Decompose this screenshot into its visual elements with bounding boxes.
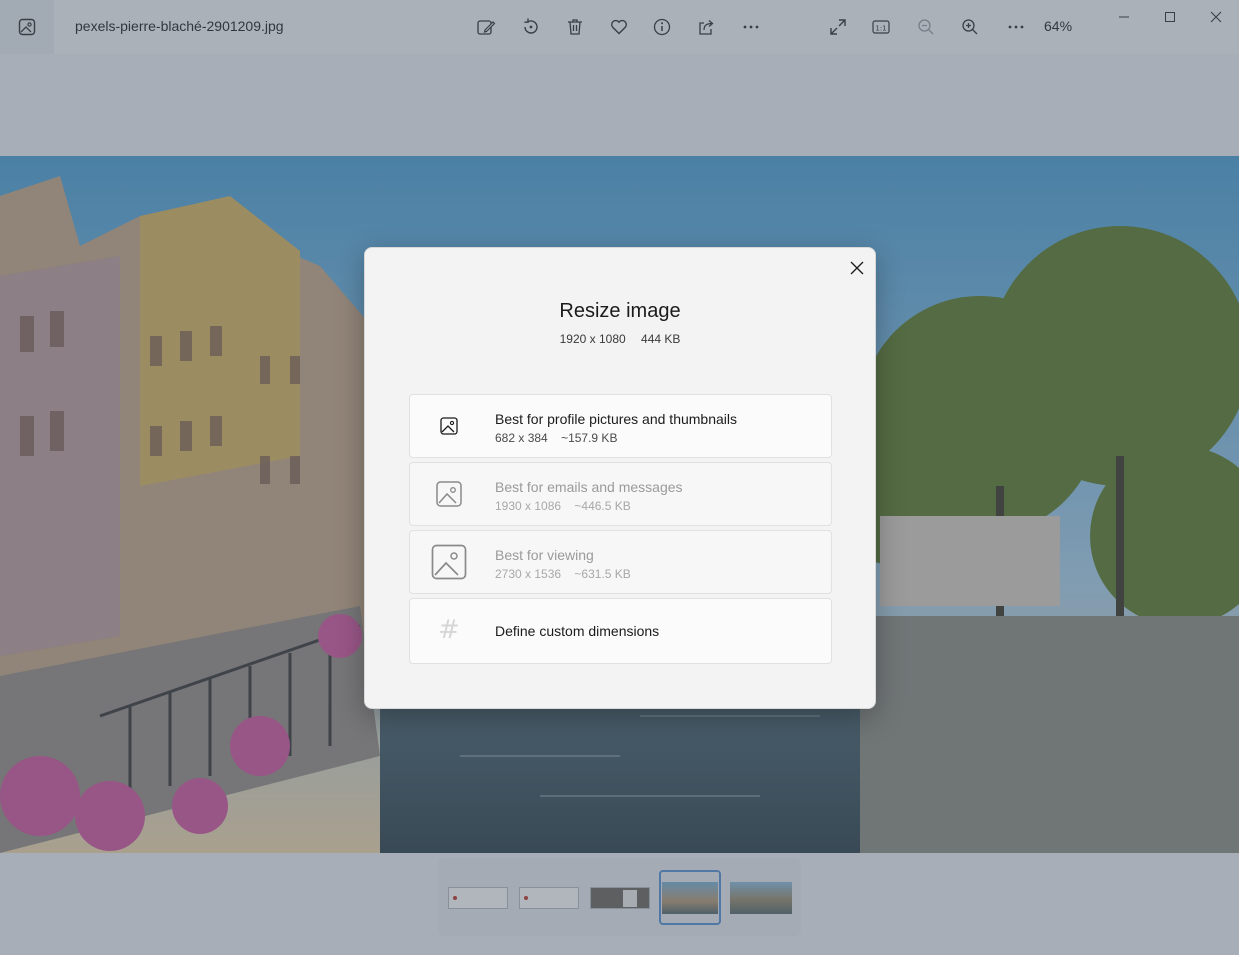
option-details: 2730 x 1536 ~631.5 KB bbox=[495, 567, 631, 581]
option-title: Define custom dimensions bbox=[495, 623, 660, 639]
option-dimensions: 1930 x 1086 bbox=[495, 499, 562, 513]
option-custom-dimensions[interactable]: # Define custom dimensions bbox=[409, 598, 832, 664]
hash-icon: # bbox=[438, 615, 460, 645]
option-size: ~446.5 KB bbox=[574, 499, 631, 513]
option-size: ~157.9 KB bbox=[561, 431, 618, 445]
image-info: 1920 x 1080 444 KB bbox=[365, 332, 875, 346]
close-dialog-icon[interactable] bbox=[845, 256, 869, 280]
option-details: 682 x 384 ~157.9 KB bbox=[495, 431, 617, 445]
option-size: ~631.5 KB bbox=[574, 567, 631, 581]
image-dimensions: 1920 x 1080 bbox=[559, 332, 626, 346]
medium-image-icon bbox=[430, 475, 468, 513]
option-profile-thumbnails[interactable]: Best for profile pictures and thumbnails… bbox=[409, 394, 832, 458]
resize-dialog: Resize image 1920 x 1080 444 KB Best for… bbox=[364, 247, 876, 709]
option-emails-messages[interactable]: Best for emails and messages 1930 x 1086… bbox=[409, 462, 832, 526]
dialog-title: Resize image bbox=[559, 300, 681, 322]
large-image-icon bbox=[430, 543, 468, 581]
option-title: Best for emails and messages bbox=[495, 479, 683, 495]
option-details: 1930 x 1086 ~446.5 KB bbox=[495, 499, 631, 513]
option-dimensions: 2730 x 1536 bbox=[495, 567, 562, 581]
option-dimensions: 682 x 384 bbox=[495, 431, 548, 445]
small-image-icon bbox=[430, 407, 468, 445]
image-size: 444 KB bbox=[641, 332, 681, 346]
option-title: Best for profile pictures and thumbnails bbox=[495, 411, 738, 427]
option-viewing[interactable]: Best for viewing 2730 x 1536 ~631.5 KB bbox=[409, 530, 832, 594]
option-title: Best for viewing bbox=[495, 547, 594, 563]
